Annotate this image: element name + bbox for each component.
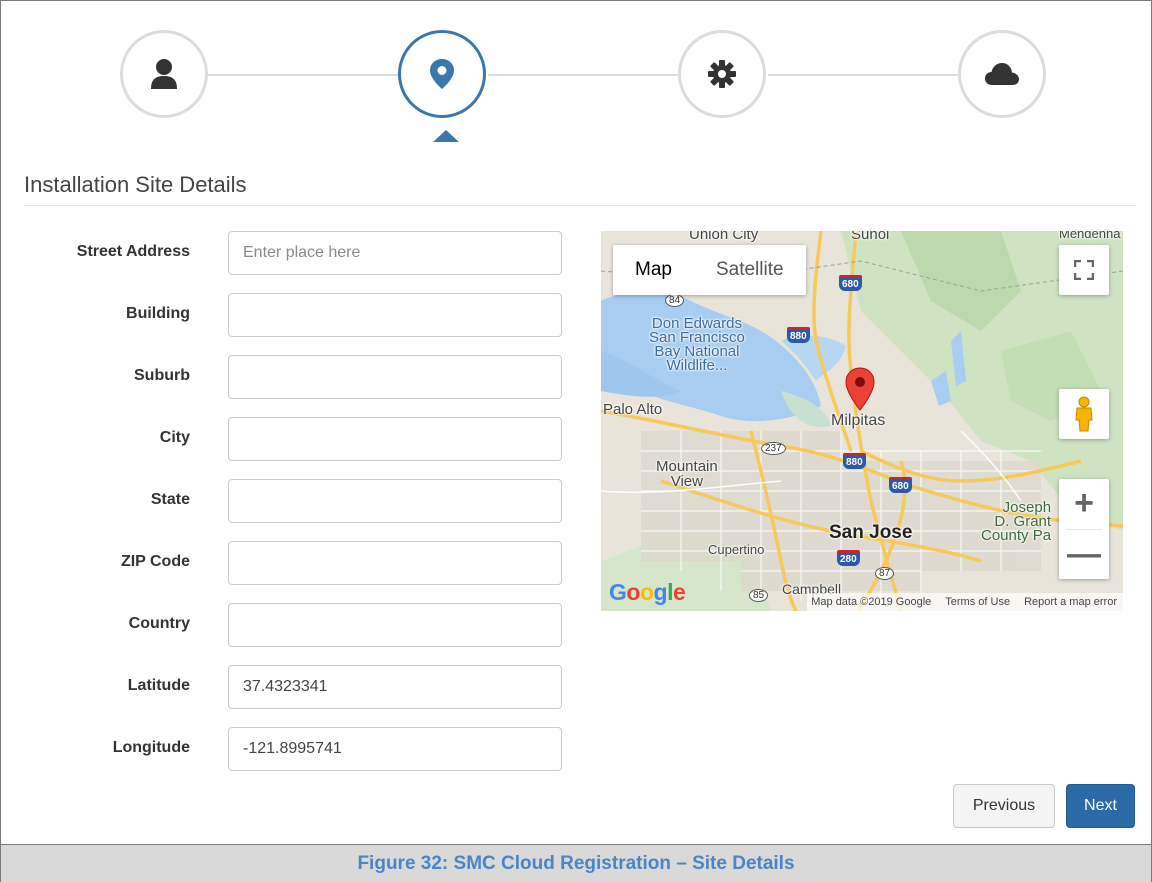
country-input[interactable] bbox=[228, 603, 562, 647]
map-label-union-city: Union City bbox=[689, 231, 759, 243]
highway-shield: 680 bbox=[839, 275, 862, 291]
city-label: City bbox=[159, 429, 190, 446]
map-label-palo-alto: Palo Alto bbox=[603, 401, 663, 418]
highway-shield: 85 bbox=[749, 589, 769, 602]
figure-caption: Figure 32: SMC Cloud Registration – Site… bbox=[0, 844, 1152, 882]
highway-shield: 280 bbox=[837, 550, 860, 566]
step-connector bbox=[488, 74, 678, 76]
google-logo-g: G bbox=[609, 579, 627, 605]
state-label: State bbox=[150, 491, 190, 508]
map-type-control: Map Satellite bbox=[613, 245, 806, 295]
active-step-pointer bbox=[433, 130, 459, 142]
country-label: Country bbox=[128, 615, 190, 632]
zoom-out-button[interactable]: — bbox=[1059, 529, 1109, 579]
map-data-credit: Map data ©2019 Google bbox=[811, 596, 932, 608]
zip-code-input[interactable] bbox=[228, 541, 562, 585]
latitude-label: Latitude bbox=[127, 677, 190, 694]
step-location[interactable] bbox=[398, 30, 486, 118]
building-row: Building bbox=[0, 293, 570, 337]
map-pin-icon[interactable] bbox=[845, 367, 875, 411]
highway-shield: 680 bbox=[889, 477, 912, 493]
city-row: City bbox=[0, 417, 570, 461]
street-address-row: Street Address bbox=[0, 231, 570, 275]
zoom-in-button[interactable]: + bbox=[1059, 479, 1109, 529]
street-view-button[interactable] bbox=[1059, 389, 1109, 439]
highway-shield: 84 bbox=[665, 294, 685, 307]
map-label-san-jose: San Jose bbox=[829, 522, 913, 543]
building-input[interactable] bbox=[228, 293, 562, 337]
map-label-sunol: Sunol bbox=[851, 231, 890, 243]
highway-shield: 880 bbox=[843, 453, 866, 469]
highway-shield: 237 bbox=[761, 442, 786, 455]
latitude-row: Latitude bbox=[0, 665, 570, 709]
gear-icon bbox=[708, 60, 736, 88]
step-cloud[interactable] bbox=[958, 30, 1046, 118]
next-button[interactable]: Next bbox=[1066, 784, 1135, 828]
map-attribution: Map data ©2019 Google Terms of Use Repor… bbox=[807, 593, 1123, 611]
map-label-cupertino: Cupertino bbox=[708, 542, 765, 557]
map-label-mendenhall: Mendenha bbox=[1059, 231, 1121, 241]
terms-of-use-link[interactable]: Terms of Use bbox=[945, 596, 1010, 608]
map-view[interactable]: Union City Sunol Mendenha Don Edwards Sa… bbox=[601, 231, 1123, 611]
map-label-line: County Pa bbox=[981, 527, 1052, 544]
suburb-input[interactable] bbox=[228, 355, 562, 399]
google-logo-o2: o bbox=[639, 579, 654, 605]
user-icon bbox=[151, 59, 177, 89]
map-label-joseph-grant: Joseph D. Grant County Pa bbox=[981, 500, 1052, 544]
map-label-mountain-view: Mountain View bbox=[656, 459, 718, 489]
longitude-row: Longitude bbox=[0, 727, 570, 771]
map-label-line: Mountain bbox=[656, 458, 718, 475]
step-user[interactable] bbox=[120, 30, 208, 118]
previous-button[interactable]: Previous bbox=[953, 784, 1055, 828]
map-type-map-button[interactable]: Map bbox=[613, 245, 694, 295]
wizard-steps bbox=[0, 0, 1152, 160]
map-type-satellite-button[interactable]: Satellite bbox=[694, 245, 806, 295]
google-logo: Google bbox=[609, 579, 686, 606]
latitude-input[interactable] bbox=[228, 665, 562, 709]
map-label-don-edwards: Don Edwards San Francisco Bay National W… bbox=[649, 316, 745, 374]
zoom-control: + — bbox=[1059, 479, 1109, 579]
building-label: Building bbox=[126, 305, 190, 322]
map-marker-icon bbox=[430, 59, 454, 89]
suburb-label: Suburb bbox=[134, 367, 190, 384]
step-settings[interactable] bbox=[678, 30, 766, 118]
state-row: State bbox=[0, 479, 570, 523]
google-logo-e: e bbox=[672, 579, 686, 605]
longitude-input[interactable] bbox=[228, 727, 562, 771]
step-connector bbox=[768, 74, 958, 76]
map-label-milpitas: Milpitas bbox=[831, 412, 886, 429]
country-row: Country bbox=[0, 603, 570, 647]
report-map-error-link[interactable]: Report a map error bbox=[1024, 596, 1117, 608]
street-address-label: Street Address bbox=[76, 243, 190, 260]
highway-shield: 87 bbox=[875, 567, 895, 580]
step-connector bbox=[208, 74, 398, 76]
zip-code-label: ZIP Code bbox=[120, 553, 190, 570]
longitude-label: Longitude bbox=[112, 739, 190, 756]
fullscreen-button[interactable] bbox=[1059, 245, 1109, 295]
suburb-row: Suburb bbox=[0, 355, 570, 399]
page-title: Installation Site Details bbox=[24, 172, 247, 197]
cloud-icon bbox=[985, 63, 1019, 85]
google-logo-o1: o bbox=[626, 579, 640, 605]
zip-code-row: ZIP Code bbox=[0, 541, 570, 585]
state-input[interactable] bbox=[228, 479, 562, 523]
title-divider bbox=[24, 205, 1136, 206]
pegman-icon bbox=[1075, 396, 1093, 432]
street-address-input[interactable] bbox=[228, 231, 562, 275]
google-logo-g2: g bbox=[653, 579, 668, 605]
city-input[interactable] bbox=[228, 417, 562, 461]
map-label-line: View bbox=[670, 473, 703, 490]
highway-shield: 880 bbox=[787, 327, 810, 343]
map-label-line: Wildlife... bbox=[666, 357, 728, 374]
fullscreen-icon bbox=[1074, 260, 1094, 280]
